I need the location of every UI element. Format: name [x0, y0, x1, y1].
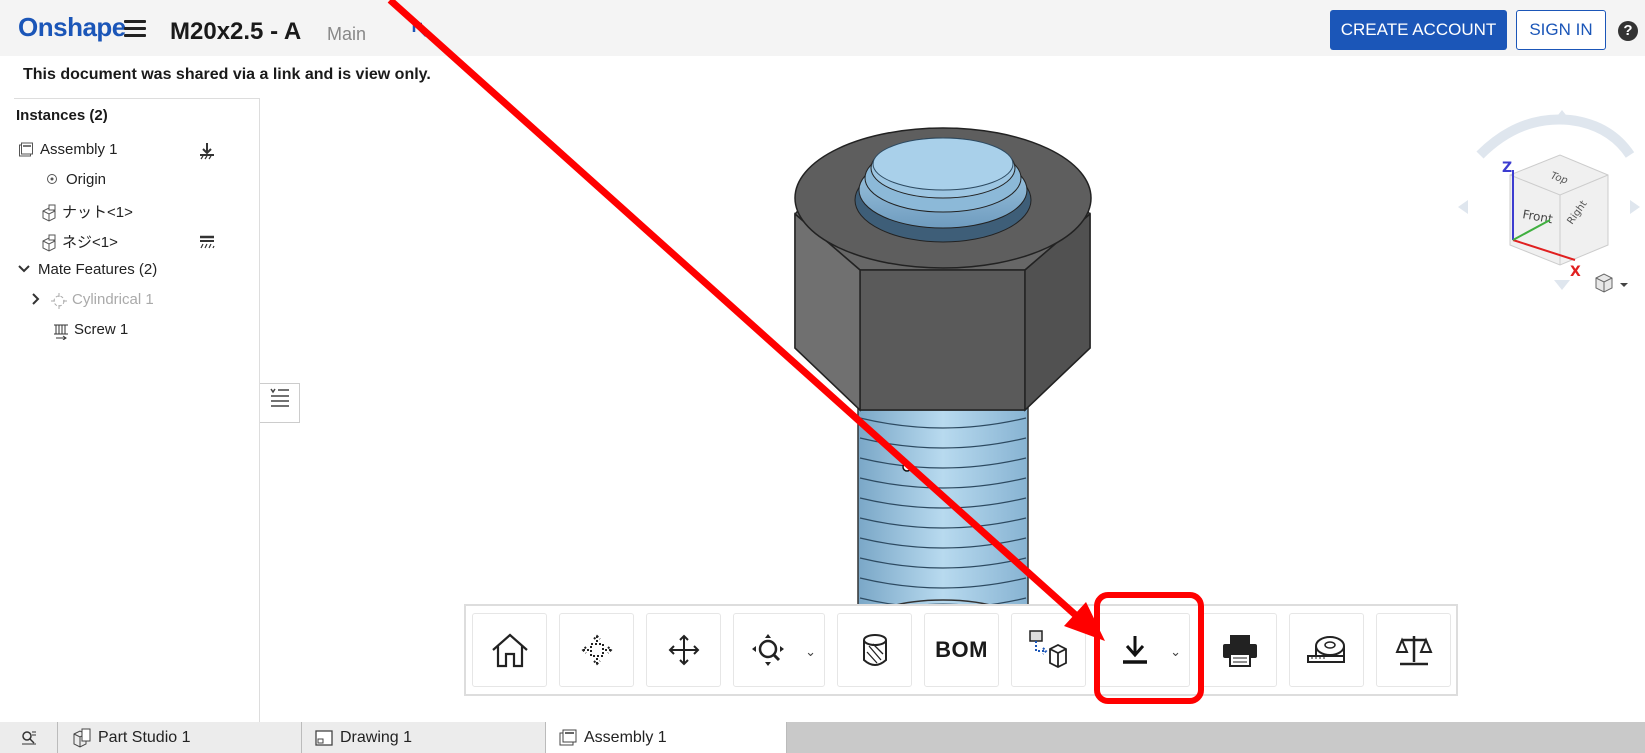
pin-icon[interactable]: [412, 22, 430, 40]
fixed-icon[interactable]: [197, 141, 217, 161]
print-button[interactable]: [1202, 613, 1277, 687]
drawing-icon: [315, 729, 333, 746]
chevron-down-icon[interactable]: [16, 262, 32, 278]
top-bar: Onshape M20x2.5 - A Main CREATE ACCOUNT …: [0, 0, 1645, 56]
tree-item-nut[interactable]: ナット<1>: [40, 201, 133, 222]
export-button[interactable]: ⌄: [1098, 613, 1190, 687]
tree-item-mate-features[interactable]: Mate Features (2): [16, 261, 157, 278]
assembly-toolbar: ⌄ BOM ⌄: [464, 604, 1458, 696]
chevron-right-icon[interactable]: [28, 292, 44, 308]
mass-properties-button[interactable]: [1376, 613, 1451, 687]
tree-item-label: Origin: [66, 171, 107, 188]
document-title: M20x2.5 - A: [170, 18, 302, 45]
workspace-name: Main: [327, 24, 367, 44]
tab-part-studio[interactable]: Part Studio 1: [58, 722, 302, 753]
download-icon: [1123, 636, 1147, 664]
explode-icon: [581, 634, 612, 666]
part-studio-icon: [73, 728, 91, 748]
feature-list-toggle-icon[interactable]: [260, 383, 300, 423]
home-view-button[interactable]: [472, 613, 547, 687]
hamburger-menu-icon[interactable]: [124, 20, 146, 38]
print-icon: [1222, 635, 1257, 667]
exploded-view-button[interactable]: [559, 613, 634, 687]
part-instance-icon: [40, 204, 56, 222]
zoom-icon: [752, 634, 784, 666]
chevron-down-icon[interactable]: ⌄: [805, 644, 816, 660]
tree-item-origin[interactable]: Origin: [44, 171, 106, 188]
screw-mate-icon: [52, 322, 68, 340]
home-icon: [491, 633, 528, 668]
tree-item-cylindrical[interactable]: Cylindrical 1: [28, 291, 154, 309]
move-button[interactable]: [646, 613, 721, 687]
instances-panel: Instances (2) Assembly 1 Origin ナット<1> ネ…: [14, 98, 260, 722]
instances-header: Instances (2): [16, 107, 108, 124]
tabs-area: Part Studio 1 Drawing 1 Assembly 1: [0, 722, 787, 753]
document-tabs-bar: Part Studio 1 Drawing 1 Assembly 1: [0, 722, 1645, 753]
assembly-icon: [559, 729, 577, 745]
view-options-icon[interactable]: [1595, 273, 1628, 293]
part-instance-icon: [40, 234, 56, 252]
chevron-down-icon[interactable]: ⌄: [1170, 644, 1181, 660]
cylindrical-mate-icon: [50, 292, 67, 309]
assembly-icon: [18, 142, 34, 158]
origin-icon: [44, 172, 60, 188]
scale-icon: [1395, 636, 1432, 666]
measure-icon: [1306, 636, 1345, 663]
bom-button[interactable]: BOM: [924, 613, 999, 687]
bom-label: BOM: [935, 637, 988, 662]
tree-item-label: Cylindrical 1: [72, 291, 154, 308]
measure-button[interactable]: [1289, 613, 1364, 687]
tab-assembly[interactable]: Assembly 1: [546, 722, 787, 753]
named-positions-button[interactable]: [1011, 613, 1086, 687]
onshape-logo[interactable]: Onshape: [18, 12, 126, 43]
tree-item-assembly[interactable]: Assembly 1: [18, 141, 118, 158]
sign-in-button[interactable]: SIGN IN: [1516, 10, 1606, 50]
view-cube[interactable]: Top Front Right Z X: [1450, 110, 1645, 310]
bolt-model[interactable]: [794, 127, 1092, 661]
tab-label: Part Studio 1: [98, 728, 191, 746]
section-icon: [862, 634, 887, 666]
tree-item-screw-mate[interactable]: Screw 1: [52, 321, 129, 340]
tab-label: Drawing 1: [340, 728, 413, 746]
view-only-notice: This document was shared via a link and …: [23, 66, 431, 83]
tab-label: Assembly 1: [584, 728, 667, 746]
create-account-button[interactable]: CREATE ACCOUNT: [1330, 10, 1507, 50]
move-icon: [668, 634, 699, 666]
tab-drawing[interactable]: Drawing 1: [302, 722, 546, 753]
tree-item-label: Assembly 1: [40, 141, 118, 158]
tree-item-label: ネジ<1>: [62, 234, 118, 251]
tab-filter-icon[interactable]: [0, 722, 58, 753]
named-positions-icon: [1028, 630, 1067, 669]
tree-item-label: Screw 1: [74, 321, 129, 338]
axis-z-label: Z: [1502, 160, 1512, 176]
grounded-icon[interactable]: [197, 233, 217, 251]
axis-x-label: X: [1570, 264, 1581, 280]
tree-item-label: ナット<1>: [62, 204, 133, 221]
tree-item-label: Mate Features (2): [38, 261, 158, 278]
tree-item-screw[interactable]: ネジ<1>: [40, 231, 118, 252]
help-icon[interactable]: ?: [1618, 21, 1638, 41]
section-view-button[interactable]: [837, 613, 912, 687]
zoom-button[interactable]: ⌄: [733, 613, 825, 687]
